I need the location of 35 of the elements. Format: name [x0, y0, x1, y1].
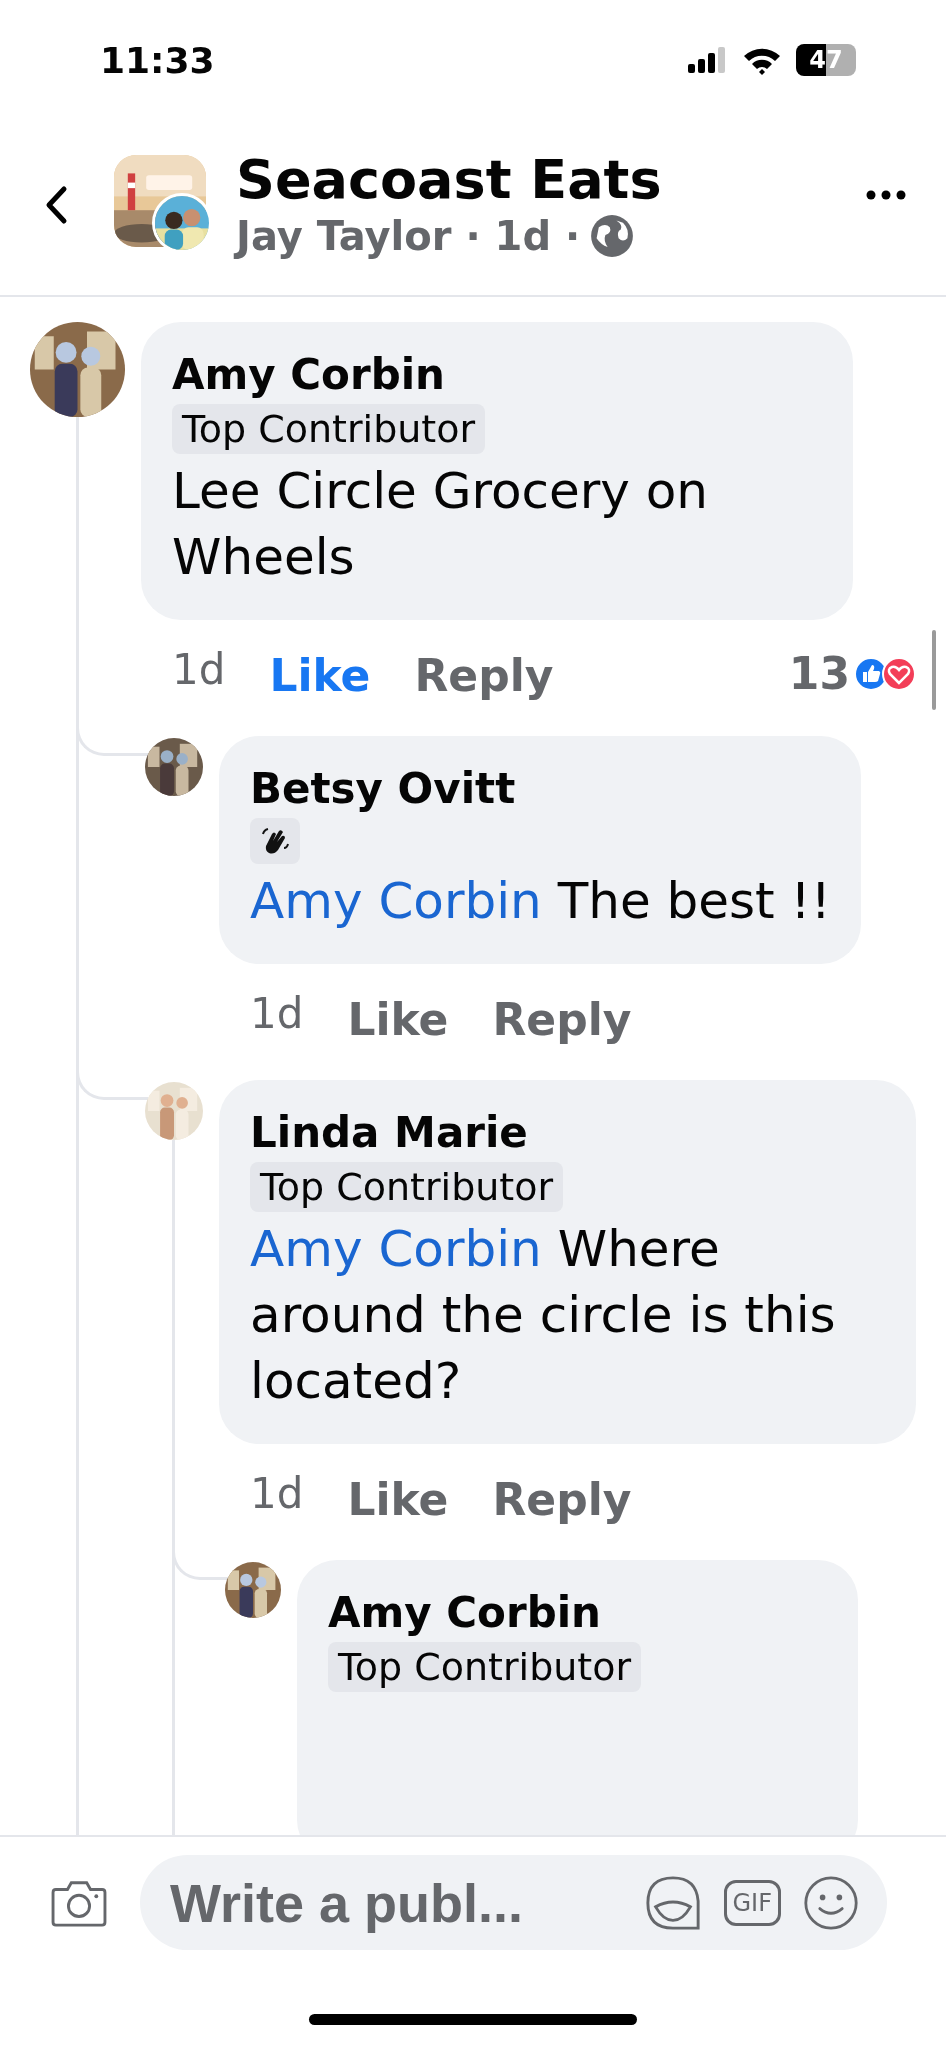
mention-link[interactable]: Amy Corbin	[250, 1220, 542, 1278]
globe-icon	[590, 214, 635, 259]
gif-button[interactable]: GIF	[723, 1879, 781, 1926]
like-link[interactable]: Like	[269, 646, 371, 706]
comment-text: Amy Corbin Where around the circle is this located?	[250, 1219, 837, 1412]
more-icon[interactable]	[866, 189, 906, 200]
emoji-icon[interactable]	[803, 1874, 859, 1931]
mention-link[interactable]: Amy Corbin	[250, 872, 542, 930]
like-link[interactable]: Like	[347, 990, 449, 1050]
comment-time: 1d	[250, 1468, 304, 1520]
back-icon[interactable]	[44, 184, 68, 225]
love-reaction-icon	[882, 656, 916, 691]
status-time: 11:33	[100, 39, 215, 81]
sticker-icon[interactable]	[643, 1873, 702, 1932]
reply-link[interactable]: Reply	[492, 1470, 632, 1530]
comment-text: Amy Corbin The best !!	[250, 871, 831, 932]
author-name[interactable]: Amy Corbin	[328, 1586, 828, 1640]
contributor-badge: Top Contributor	[250, 1162, 564, 1212]
author-name[interactable]: Betsy Ovitt	[250, 762, 831, 816]
group-title[interactable]: Seacoast Eats	[236, 149, 866, 210]
like-link[interactable]: Like	[347, 1470, 449, 1530]
hand-icon	[260, 826, 290, 856]
signal-icon	[688, 47, 728, 73]
comment-text: Lee Circle Grocery on Wheels	[172, 461, 710, 588]
author-name[interactable]: Linda Marie	[250, 1106, 886, 1160]
contributor-badge: Top Contributor	[328, 1642, 642, 1692]
comment-time: 1d	[250, 988, 304, 1040]
reaction-count[interactable]: 13	[788, 648, 850, 699]
contributor-badge: Top Contributor	[172, 404, 486, 454]
comment-time: 1d	[172, 644, 226, 696]
author-name[interactable]: Amy Corbin	[172, 348, 823, 402]
comment-field[interactable]: Write a publ... GIF	[140, 1855, 887, 1950]
scroll-bar[interactable]	[932, 630, 936, 710]
reply-link[interactable]: Reply	[414, 646, 554, 706]
reply-link[interactable]: Reply	[492, 990, 632, 1050]
